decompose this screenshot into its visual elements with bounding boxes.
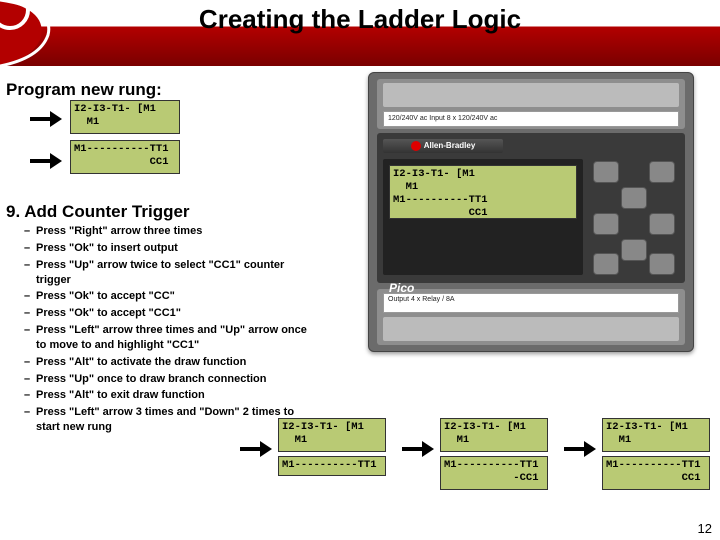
lcd-rung1-bottom: M1----------TT1 CC1	[70, 140, 180, 174]
arrow-icon	[240, 440, 274, 458]
step-item: Press "Ok" to accept "CC"	[24, 289, 312, 304]
lcd-row: M1----------TT1	[74, 143, 176, 156]
page-title: Creating the Ladder Logic	[0, 4, 720, 35]
plc-key-esc[interactable]	[593, 253, 619, 275]
step-item: Press "Up" arrow twice to select "CC1" c…	[24, 258, 312, 288]
plc-lcd-slot: I2-I3-T1- [M1 M1 M1----------TT1 CC1	[383, 159, 583, 275]
step-item: Press "Left" arrow 3 times and "Down" 2 …	[24, 405, 312, 435]
lcd-row: M1----------TT1	[393, 194, 573, 207]
lcd-rung1-top: I2-I3-T1- [M1 M1	[70, 100, 180, 134]
step-item: Press "Left" arrow three times and "Up" …	[24, 323, 312, 353]
lcd-row: M1	[606, 434, 706, 447]
step-item: Press "Ok" to insert output	[24, 241, 312, 256]
steps-list: Press "Right" arrow three times Press "O…	[24, 224, 312, 437]
lcd-seq2-bottom: M1----------TT1 -CC1	[440, 456, 548, 490]
input-label-strip: 120/240V ac Input 8 x 120/240V ac	[383, 111, 679, 127]
plc-device: 120/240V ac Input 8 x 120/240V ac Allen-…	[368, 72, 694, 352]
plc-key-right[interactable]	[649, 213, 675, 235]
arrow-icon	[564, 440, 598, 458]
lcd-row: M1----------TT1	[282, 459, 382, 472]
arrow-icon	[30, 110, 64, 128]
plc-key-left[interactable]	[593, 213, 619, 235]
lcd-row: I2-I3-T1- [M1	[74, 103, 176, 116]
plc-key-del[interactable]	[593, 161, 619, 183]
brand-badge: Allen-Bradley	[383, 139, 503, 153]
lcd-row: I2-I3-T1- [M1	[606, 421, 706, 434]
slide-header: Creating the Ladder Logic	[0, 0, 720, 66]
lcd-seq2-top: I2-I3-T1- [M1 M1	[440, 418, 548, 452]
lcd-row: CC1	[606, 472, 706, 485]
lcd-row: I2-I3-T1- [M1	[444, 421, 544, 434]
lcd-row: M1----------TT1	[444, 459, 544, 472]
lcd-row: M1	[393, 181, 573, 194]
ab-logo-icon	[411, 141, 421, 151]
plc-main-lcd: I2-I3-T1- [M1 M1 M1----------TT1 CC1	[389, 165, 577, 219]
lcd-row: CC1	[393, 207, 573, 220]
lcd-row: -CC1	[444, 472, 544, 485]
page-number: 12	[698, 521, 712, 536]
lcd-seq1-bottom: M1----------TT1	[278, 456, 386, 476]
product-label: Pico	[389, 281, 414, 295]
step-item: Press "Alt" to activate the draw functio…	[24, 355, 312, 370]
terminal-row	[383, 83, 679, 107]
plc-mid-panel: Allen-Bradley I2-I3-T1- [M1 M1 M1-------…	[377, 133, 685, 283]
lcd-row: CC1	[74, 156, 176, 169]
arrow-icon	[402, 440, 436, 458]
step-item: Press "Alt" to exit draw function	[24, 388, 312, 403]
lcd-row: M1	[444, 434, 544, 447]
step-item: Press "Up" once to draw branch connectio…	[24, 372, 312, 387]
step-item: Press "Ok" to accept "CC1"	[24, 306, 312, 321]
lcd-seq3-top: I2-I3-T1- [M1 M1	[602, 418, 710, 452]
plc-keypad	[589, 159, 679, 275]
plc-top-terminals: 120/240V ac Input 8 x 120/240V ac	[377, 79, 685, 129]
plc-bottom-terminals: Output 4 x Relay / 8A	[377, 289, 685, 345]
plc-key-up[interactable]	[621, 187, 647, 209]
plc-key-ok[interactable]	[649, 253, 675, 275]
brand-text: Allen-Bradley	[424, 141, 476, 150]
lcd-seq1-top: I2-I3-T1- [M1 M1	[278, 418, 386, 452]
lcd-row: M1----------TT1	[606, 459, 706, 472]
section-program-new-rung: Program new rung:	[6, 80, 162, 100]
plc-key-alt[interactable]	[649, 161, 675, 183]
plc-key-down[interactable]	[621, 239, 647, 261]
step-item: Press "Right" arrow three times	[24, 224, 312, 239]
lcd-row: M1	[282, 434, 382, 447]
output-label-strip: Output 4 x Relay / 8A	[383, 293, 679, 313]
terminal-row	[383, 317, 679, 341]
section-add-counter-trigger: 9. Add Counter Trigger	[6, 202, 190, 222]
lcd-row: I2-I3-T1- [M1	[282, 421, 382, 434]
lcd-row: I2-I3-T1- [M1	[393, 168, 573, 181]
lcd-row: M1	[74, 116, 176, 129]
lcd-seq3-bottom: M1----------TT1 CC1	[602, 456, 710, 490]
arrow-icon	[30, 152, 64, 170]
